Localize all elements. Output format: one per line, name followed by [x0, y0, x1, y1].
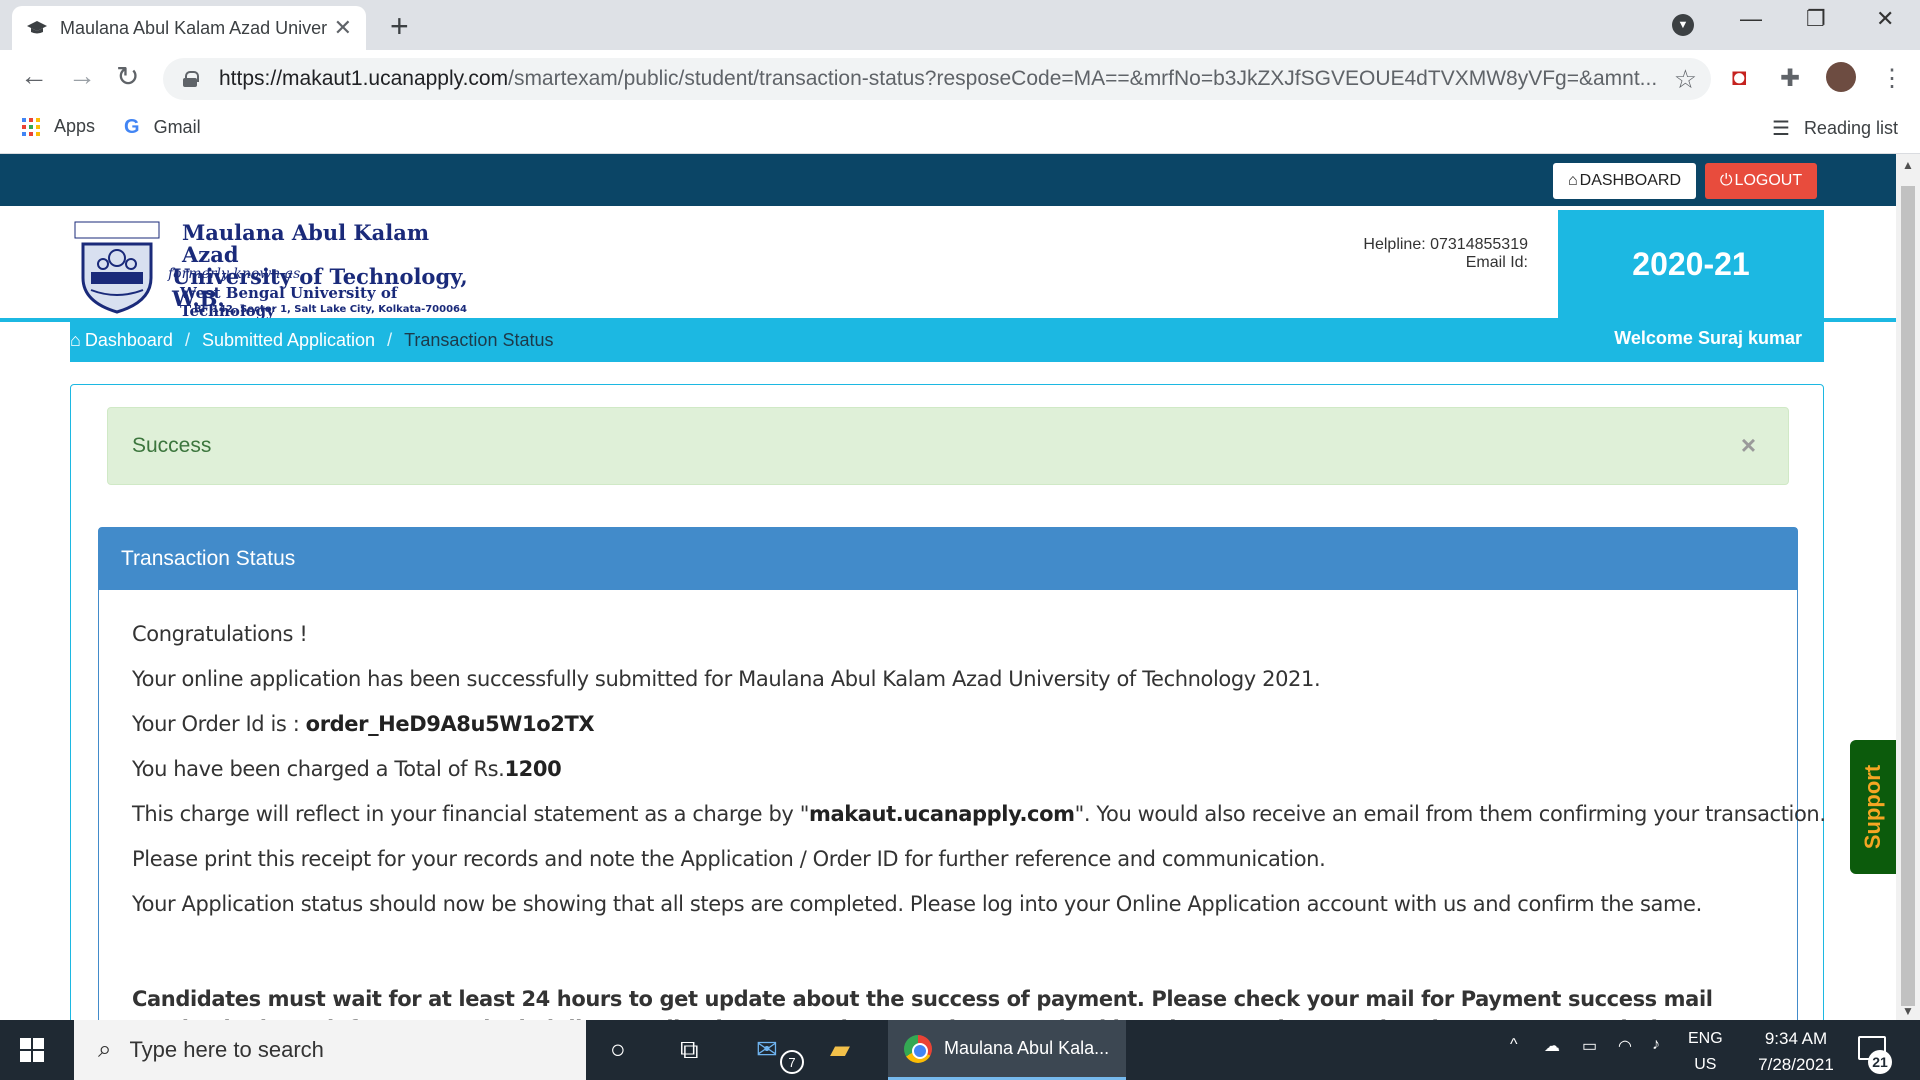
- panel-title: Transaction Status: [99, 528, 1797, 590]
- web-page: ⌂ DASHBOARD ⏻ LOGOUT Maulana Abul Kalam …: [0, 154, 1896, 1020]
- chrome-icon: [904, 1034, 932, 1063]
- search-placeholder: Type here to search: [129, 1037, 324, 1062]
- reading-list-icon: ☰: [1772, 118, 1790, 140]
- task-view-icon[interactable]: ⧉: [680, 1034, 699, 1066]
- breadcrumb-transaction-status: Transaction Status: [404, 329, 554, 350]
- breadcrumb-dashboard[interactable]: Dashboard: [85, 330, 173, 351]
- tray-overflow-icon[interactable]: ^: [1510, 1036, 1518, 1054]
- submitted-text: Your online application has been success…: [132, 667, 1321, 691]
- lock-icon: [183, 71, 199, 87]
- site-header: Maulana Abul Kalam Azad University of Te…: [0, 206, 1896, 320]
- windows-start-icon[interactable]: [20, 1038, 44, 1062]
- welcome-text: Welcome Suraj kumar: [1614, 328, 1802, 348]
- minimize-button[interactable]: —: [1740, 6, 1762, 32]
- scroll-up-arrow-icon[interactable]: ▲: [1902, 158, 1914, 172]
- profile-avatar[interactable]: [1826, 62, 1856, 92]
- breadcrumb-submitted-application[interactable]: Submitted Application: [202, 330, 375, 351]
- site-topbar: ⌂ DASHBOARD ⏻ LOGOUT: [0, 154, 1896, 206]
- payment-warning: Candidates must wait for at least 24 hou…: [132, 987, 1713, 1020]
- language-indicator[interactable]: ENG US: [1688, 1026, 1723, 1078]
- reload-button[interactable]: ↻: [116, 60, 139, 93]
- alert-close-button[interactable]: ×: [1741, 430, 1756, 461]
- battery-icon[interactable]: ▭: [1582, 1036, 1597, 1056]
- browser-tab[interactable]: Maulana Abul Kalam Azad Univer ✕: [12, 6, 366, 50]
- tab-title: Maulana Abul Kalam Azad Univer: [60, 17, 328, 38]
- onedrive-icon[interactable]: ☁: [1544, 1036, 1560, 1056]
- restore-button[interactable]: ❐: [1806, 6, 1826, 32]
- bookmark-gmail[interactable]: G Gmail: [124, 116, 201, 139]
- formerly-text: formerly known as: [168, 266, 301, 282]
- extension-shield-icon[interactable]: ◘: [1732, 64, 1747, 92]
- university-name-line1: Maulana Abul Kalam Azad: [182, 220, 430, 267]
- browser-navbar: ← → ↻ https://makaut1.ucanapply.com/smar…: [0, 50, 1920, 106]
- new-tab-button[interactable]: +: [390, 8, 409, 45]
- bookmarks-bar: Apps G Gmail ☰ Reading list: [0, 106, 1920, 154]
- mail-icon[interactable]: ✉: [756, 1034, 778, 1065]
- chrome-taskbar-button[interactable]: Maulana Abul Kala...: [888, 1020, 1126, 1080]
- university-seal-icon: [74, 221, 160, 314]
- panel-body: Congratulations ! Your online applicatio…: [132, 620, 1826, 1020]
- taskbar-clock[interactable]: 9:34 AM 7/28/2021: [1740, 1026, 1852, 1078]
- session-year: 2020-21: [1558, 210, 1824, 318]
- congrats-text: Congratulations !: [132, 622, 308, 646]
- dashboard-button[interactable]: ⌂ DASHBOARD: [1553, 163, 1696, 199]
- cortana-icon[interactable]: ○: [610, 1034, 626, 1065]
- extensions-puzzle-icon[interactable]: ✚: [1780, 64, 1800, 93]
- google-icon: G: [124, 116, 140, 138]
- taskbar-search[interactable]: ⌕ Type here to search: [74, 1020, 586, 1080]
- helpline-number: Helpline: 07314855319: [1363, 236, 1528, 253]
- home-icon: ⌂: [1567, 172, 1578, 189]
- volume-icon[interactable]: ♪: [1652, 1036, 1660, 1054]
- wifi-icon[interactable]: ◠: [1618, 1036, 1632, 1056]
- reading-list-button[interactable]: ☰ Reading list: [1772, 116, 1898, 141]
- transaction-panel: Transaction Status Congratulations ! You…: [98, 527, 1826, 1020]
- amount-line: You have been charged a Total of Rs.1200: [132, 757, 562, 781]
- notification-count-badge: 21: [1868, 1050, 1892, 1074]
- university-logo[interactable]: Maulana Abul Kalam Azad University of Te…: [70, 218, 490, 320]
- file-explorer-icon[interactable]: ▰: [830, 1034, 850, 1065]
- url-text: https://makaut1.ucanapply.com/smartexam/…: [219, 67, 1658, 90]
- tab-search-icon[interactable]: ▼: [1672, 14, 1694, 36]
- merchant-name: makaut.ucanapply.com: [808, 802, 1075, 826]
- bookmark-star-icon[interactable]: ☆: [1674, 64, 1697, 95]
- alert-text: Success: [132, 434, 212, 457]
- apps-grid-icon: [22, 117, 40, 136]
- logout-button[interactable]: ⏻ LOGOUT: [1705, 163, 1817, 199]
- helpline-email: Email Id:: [1465, 254, 1528, 271]
- content-container: Success × Transaction Status Congratulat…: [70, 384, 1826, 1020]
- helpline-info: Helpline: 07314855319 Email Id:: [1300, 236, 1528, 272]
- home-icon: ⌂: [70, 329, 81, 350]
- order-id: order_HeD9A8u5W1o2TX: [305, 712, 595, 736]
- menu-dots-icon[interactable]: ⋮: [1880, 64, 1904, 93]
- university-address: BF 142, Sector 1, Salt Lake City, Kolkat…: [194, 304, 467, 315]
- search-icon: ⌕: [98, 1036, 112, 1063]
- tab-close-icon[interactable]: ✕: [334, 17, 352, 39]
- charge-line: This charge will reflect in your financi…: [132, 802, 1826, 826]
- support-tab[interactable]: Support: [1850, 740, 1896, 874]
- status-note: Your Application status should now be sh…: [132, 892, 1702, 916]
- order-id-line: Your Order Id is : order_HeD9A8u5W1o2TX: [132, 712, 595, 736]
- breadcrumb: ⌂ Dashboard / Submitted Application / Tr…: [70, 318, 1824, 362]
- bookmark-apps[interactable]: Apps: [22, 116, 95, 137]
- success-alert: Success ×: [107, 407, 1789, 485]
- mail-count-badge: 7: [780, 1050, 804, 1074]
- windows-taskbar: ⌕ Type here to search ○ ⧉ ✉ 7 ▰ Maulana …: [0, 1020, 1920, 1080]
- scroll-thumb[interactable]: [1901, 186, 1915, 1006]
- forward-button[interactable]: →: [68, 60, 96, 92]
- back-button[interactable]: ←: [20, 60, 48, 92]
- scroll-down-arrow-icon[interactable]: ▼: [1902, 1004, 1914, 1018]
- power-icon: ⏻: [1719, 172, 1733, 189]
- amount-value: 1200: [504, 757, 562, 781]
- graduation-cap-icon: [26, 17, 48, 39]
- chrome-task-label: Maulana Abul Kala...: [944, 1038, 1110, 1058]
- close-window-button[interactable]: ✕: [1876, 6, 1894, 32]
- page-scrollbar[interactable]: ▲ ▼: [1896, 154, 1920, 1020]
- support-label: Support: [1860, 764, 1886, 850]
- clock-date: 7/28/2021: [1758, 1055, 1834, 1074]
- address-bar[interactable]: https://makaut1.ucanapply.com/smartexam/…: [163, 58, 1711, 100]
- clock-time: 9:34 AM: [1764, 1029, 1828, 1048]
- browser-tabbar: Maulana Abul Kalam Azad Univer ✕ + ▼ — ❐…: [0, 0, 1920, 50]
- print-note: Please print this receipt for your recor…: [132, 847, 1326, 871]
